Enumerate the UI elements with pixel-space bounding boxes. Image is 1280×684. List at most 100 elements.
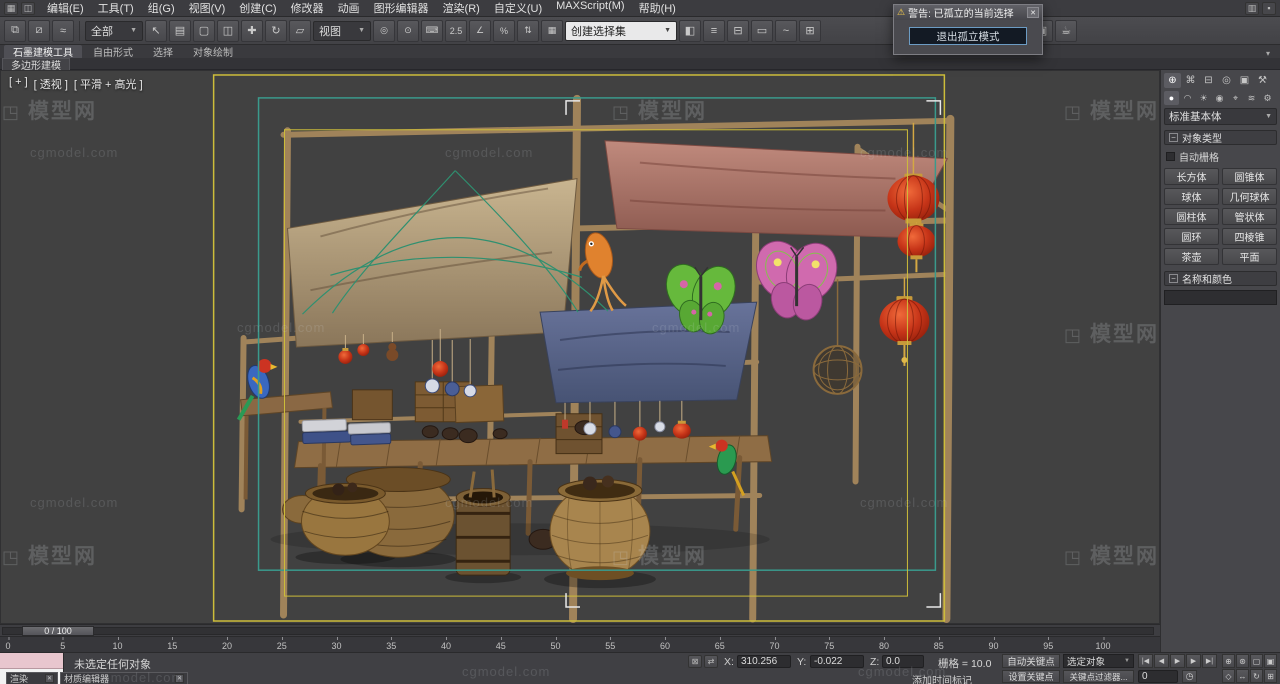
display-tab-icon[interactable]: ▣ [1236, 73, 1253, 88]
align-icon[interactable]: ≡ [703, 20, 725, 42]
menu-item[interactable]: 修改器 [284, 0, 331, 17]
menu-item[interactable]: 帮助(H) [632, 0, 683, 17]
close-icon[interactable]: ✕ [45, 674, 54, 683]
angle-snap-icon[interactable]: ∠ [469, 20, 491, 42]
butterfly-kite-pink[interactable] [747, 233, 846, 323]
viewport-menu-shading[interactable]: [ 平滑 + 高光 ] [74, 76, 143, 92]
viewport-canvas[interactable] [1, 71, 1159, 623]
menu-item[interactable]: 创建(C) [232, 0, 283, 17]
space-warps-category-icon[interactable]: ≋ [1244, 91, 1259, 105]
go-to-end-button[interactable]: ▶| [1202, 654, 1217, 668]
ribbon-toggle-icon[interactable]: ▭ [751, 20, 773, 42]
play-button[interactable]: ▶ [1170, 654, 1185, 668]
field-of-view-icon[interactable]: ◇ [1222, 669, 1235, 683]
tab-selection[interactable]: 选择 [144, 45, 182, 58]
menu-item[interactable]: 自定义(U) [487, 0, 549, 17]
cameras-category-icon[interactable]: ◉ [1212, 91, 1227, 105]
orbit-icon[interactable]: ↻ [1250, 669, 1263, 683]
current-frame-field[interactable]: 0 [1138, 670, 1178, 683]
select-and-rotate-icon[interactable]: ↻ [265, 20, 287, 42]
menu-item[interactable]: 编辑(E) [40, 0, 91, 17]
render-icon[interactable]: ☕ [1055, 20, 1077, 42]
utilities-tab-icon[interactable]: ⚒ [1254, 73, 1271, 88]
layer-manager-icon[interactable]: ⊟ [727, 20, 749, 42]
motion-tab-icon[interactable]: ◎ [1218, 73, 1235, 88]
unlink-selection-icon[interactable]: ⧄ [28, 20, 50, 42]
menu-item[interactable]: 图形编辑器 [367, 0, 436, 17]
percent-snap-icon[interactable]: % [493, 20, 515, 42]
ribbon-minimize-icon[interactable]: ▾ [1260, 49, 1276, 58]
dialog-title-bar[interactable]: ⚠ 警告: 已孤立的当前选择 ✕ [894, 5, 1042, 20]
keyboard-override-icon[interactable]: ⌨ [421, 20, 443, 42]
select-by-name-icon[interactable]: ▤ [169, 20, 191, 42]
named-selection-sets-combo[interactable]: 创建选择集 ▼ [565, 21, 677, 41]
modify-tab-icon[interactable]: ⌘ [1182, 73, 1199, 88]
key-selection-dropdown[interactable]: 选定对象 ▼ [1063, 654, 1134, 668]
set-key-button[interactable]: 设置关键点 [1002, 670, 1060, 683]
perspective-viewport[interactable]: [ + ][ 透视 ][ 平滑 + 高光 ] [0, 70, 1160, 624]
exit-isolation-button[interactable]: 退出孤立模式 [909, 27, 1027, 45]
helpers-category-icon[interactable]: ⌖ [1228, 91, 1243, 105]
add-time-tag[interactable]: 添加时间标记 [912, 672, 972, 684]
minimized-window-material[interactable]: 材质编辑器 ✕ [60, 672, 188, 684]
zoom-extents-all-icon[interactable]: ▣ [1264, 654, 1277, 668]
menu-item[interactable]: 动画 [331, 0, 367, 17]
close-icon[interactable]: ✕ [175, 674, 184, 683]
canopy-left[interactable] [288, 179, 578, 347]
object-type-button[interactable]: 圆环 [1164, 228, 1219, 245]
use-pivot-center-icon[interactable]: ◎ [373, 20, 395, 42]
window-minimize-icon[interactable]: ▪ [1262, 2, 1276, 15]
tab-object-paint[interactable]: 对象绘制 [184, 45, 242, 58]
zoom-icon[interactable]: ⊕ [1222, 654, 1235, 668]
time-slider-track[interactable]: 0 / 100 [0, 624, 1160, 636]
create-tab-icon[interactable]: ⊕ [1164, 73, 1181, 88]
object-type-button[interactable]: 圆柱体 [1164, 208, 1219, 225]
tab-freeform[interactable]: 自由形式 [84, 45, 142, 58]
close-icon[interactable]: ✕ [1027, 7, 1039, 18]
menu-item[interactable]: 视图(V) [182, 0, 233, 17]
select-and-scale-icon[interactable]: ▱ [289, 20, 311, 42]
select-and-manipulate-icon[interactable]: ⊙ [397, 20, 419, 42]
app-menu-icon[interactable]: ▦ [4, 2, 18, 15]
x-coordinate-field[interactable]: 310.256 [737, 655, 791, 668]
object-type-button[interactable]: 平面 [1222, 248, 1277, 265]
selection-lock-icon[interactable]: ⊠ [688, 655, 702, 668]
window-crossing-icon[interactable]: ◫ [217, 20, 239, 42]
time-configuration-button[interactable]: ◷ [1182, 670, 1197, 683]
menu-item[interactable]: 渲染(R) [436, 0, 487, 17]
object-type-button[interactable]: 管状体 [1222, 208, 1277, 225]
listener-macro-line[interactable] [0, 653, 63, 669]
collapse-icon[interactable]: − [1169, 133, 1178, 142]
time-slider-handle[interactable]: 0 / 100 [22, 626, 94, 636]
rectangular-region-icon[interactable]: ▢ [193, 20, 215, 42]
snap-toggle-icon[interactable]: 2.5 [445, 20, 467, 42]
maximize-viewport-icon[interactable]: ⊞ [1264, 669, 1277, 683]
menu-item[interactable]: 工具(T) [91, 0, 141, 17]
auto-key-button[interactable]: 自动关键点 [1002, 654, 1060, 668]
autogrid-checkbox[interactable] [1166, 152, 1175, 161]
geometry-category-icon[interactable]: ● [1164, 91, 1179, 105]
hierarchy-tab-icon[interactable]: ⊟ [1200, 73, 1217, 88]
cloth-rolls[interactable] [302, 418, 391, 447]
viewport-menu-general[interactable]: [ + ] [9, 76, 28, 92]
object-type-button[interactable]: 长方体 [1164, 168, 1219, 185]
select-and-link-icon[interactable]: ⧉ [4, 20, 26, 42]
curve-editor-icon[interactable]: ~ [775, 20, 797, 42]
key-filters-button[interactable]: 关键点过滤器... [1063, 670, 1134, 683]
tab-polygon-modeling[interactable]: 多边形建模 [2, 58, 70, 70]
menu-item[interactable]: 组(G) [141, 0, 182, 17]
shapes-category-icon[interactable]: ◠ [1180, 91, 1195, 105]
collapse-icon[interactable]: − [1169, 274, 1178, 283]
name-color-rollout-header[interactable]: − 名称和颜色 [1164, 271, 1277, 286]
workspace-icon[interactable]: ▥ [1245, 2, 1259, 15]
pan-icon[interactable]: ↔ [1236, 669, 1249, 683]
select-and-move-icon[interactable]: ✚ [241, 20, 263, 42]
scene-explorer-icon[interactable]: ◫ [21, 2, 35, 15]
object-type-button[interactable]: 球体 [1164, 188, 1219, 205]
absolute-offset-toggle-icon[interactable]: ⇄ [704, 655, 718, 668]
object-type-button[interactable]: 圆锥体 [1222, 168, 1277, 185]
go-to-start-button[interactable]: |◀ [1138, 654, 1153, 668]
reference-coordinate-dropdown[interactable]: 视图 ▼ [313, 21, 371, 41]
selection-filter-dropdown[interactable]: 全部 ▼ [85, 21, 143, 41]
object-type-button[interactable]: 几何球体 [1222, 188, 1277, 205]
